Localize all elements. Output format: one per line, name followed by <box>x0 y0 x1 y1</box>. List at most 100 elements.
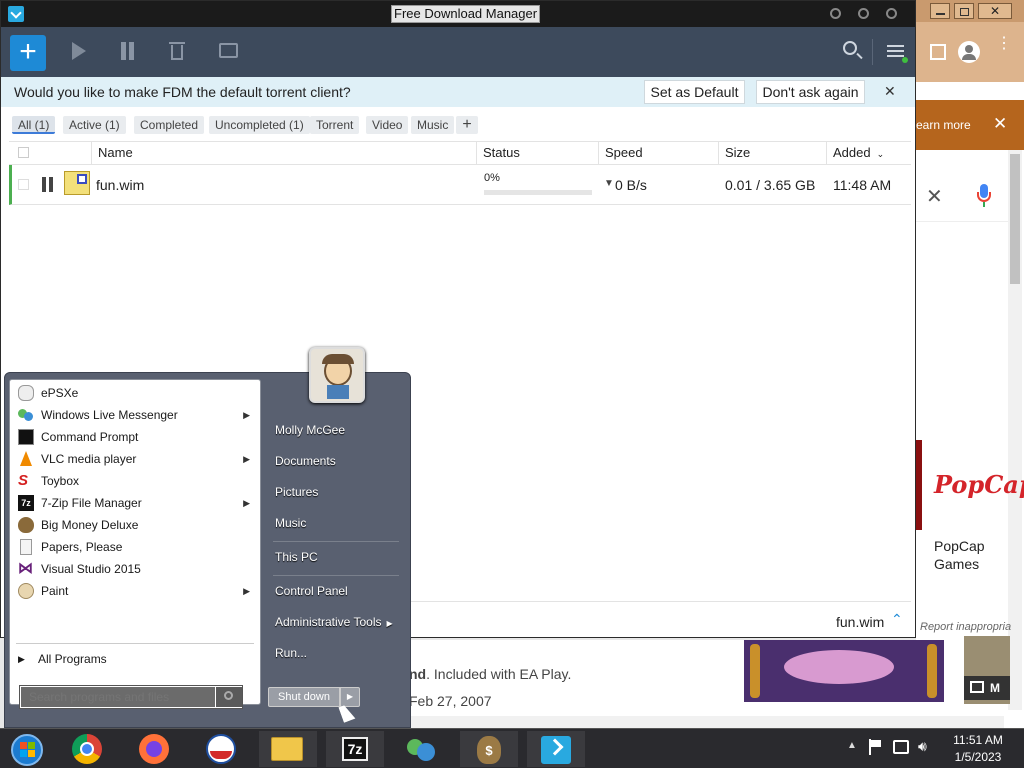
start-search-box[interactable] <box>19 685 243 709</box>
column-added-label: Added <box>833 145 871 160</box>
shutdown-button[interactable]: Shut down <box>268 687 340 707</box>
move-to-folder-icon[interactable] <box>216 39 242 65</box>
program-item-messenger[interactable]: Windows Live Messenger ▶ <box>14 404 256 426</box>
minimize-button[interactable] <box>830 8 841 19</box>
table-row[interactable]: fun.wim 0% ▼ 0 B/s 0.01 / 3.65 GB 11:48 … <box>9 165 911 205</box>
pictures-link[interactable]: Pictures <box>275 485 318 499</box>
column-status[interactable]: Status <box>476 142 598 164</box>
maximize-button[interactable] <box>858 8 869 19</box>
pause-icon[interactable] <box>41 177 55 193</box>
network-icon[interactable] <box>893 740 909 754</box>
messenger-icon <box>18 407 34 423</box>
toolbar-divider <box>872 39 873 65</box>
search-icon[interactable] <box>216 687 242 707</box>
bottom-file-name[interactable]: fun.wim <box>836 614 884 630</box>
tab-uncompleted[interactable]: Uncompleted (1) <box>209 116 310 134</box>
all-programs-button[interactable]: ▶ All Programs <box>14 648 256 670</box>
clock-date[interactable]: 1/5/2023 <box>948 750 1008 764</box>
clear-search-icon[interactable]: ✕ <box>926 184 943 209</box>
tab-all[interactable]: All (1) <box>12 116 56 134</box>
start-orb-icon[interactable] <box>0 731 58 767</box>
promo-banner: earn more ✕ <box>916 100 1024 150</box>
select-all-checkbox[interactable] <box>18 147 29 158</box>
window-title: Free Download Manager <box>391 5 541 23</box>
obama-logo-icon[interactable] <box>192 731 250 767</box>
vlc-icon <box>18 451 34 467</box>
expand-up-icon[interactable]: ⌃ <box>891 611 903 628</box>
chrome-icon[interactable] <box>58 731 116 767</box>
run-link[interactable]: Run... <box>275 646 307 660</box>
program-item-vlc[interactable]: VLC media player ▶ <box>14 448 256 470</box>
restore-icon[interactable] <box>954 3 974 19</box>
thumbnail-tile[interactable]: M <box>964 636 1010 704</box>
messenger-icon[interactable] <box>393 731 451 767</box>
resume-icon[interactable] <box>67 39 93 65</box>
popcap-label[interactable]: PopCap Games <box>934 537 1004 573</box>
admin-tools-link[interactable]: Administrative Tools ▶ <box>275 615 393 629</box>
submenu-arrow-icon: ▶ <box>386 619 393 628</box>
documents-link[interactable]: Documents <box>275 454 336 468</box>
column-speed[interactable]: Speed <box>598 142 718 164</box>
program-item-papers-please[interactable]: Papers, Please <box>14 536 256 558</box>
tab-music[interactable]: Music <box>411 116 455 134</box>
search-bar: ✕ <box>916 170 1016 222</box>
banner-close-icon[interactable]: ✕ <box>993 114 1007 134</box>
add-download-button[interactable]: + <box>10 35 46 71</box>
popcap-logo: PopCap <box>934 470 1024 499</box>
7zip-icon[interactable]: 7z <box>326 731 384 767</box>
sidebar-toggle-icon[interactable] <box>930 44 946 60</box>
delete-icon[interactable] <box>165 39 191 65</box>
notice-close-icon[interactable]: ✕ <box>884 83 896 100</box>
right-divider <box>273 541 399 542</box>
download-name[interactable]: fun.wim <box>96 177 144 193</box>
close-button[interactable] <box>886 8 897 19</box>
file-explorer-icon[interactable] <box>259 731 317 767</box>
this-pc-link[interactable]: This PC <box>275 550 318 564</box>
column-name[interactable]: Name <box>91 142 476 164</box>
set-as-default-button[interactable]: Set as Default <box>644 80 745 104</box>
search-icon[interactable] <box>841 39 867 65</box>
fdm-icon[interactable] <box>527 731 585 767</box>
close-icon[interactable]: ✕ <box>978 3 1012 19</box>
control-panel-link[interactable]: Control Panel <box>275 584 348 598</box>
show-hidden-icons[interactable]: ▲ <box>847 740 857 751</box>
moneybag-icon[interactable]: $ <box>460 731 518 767</box>
column-size[interactable]: Size <box>718 142 826 164</box>
action-center-flag-icon[interactable] <box>868 739 882 755</box>
user-name-link[interactable]: Molly McGee <box>275 423 345 437</box>
peggle-thumbnail[interactable] <box>744 640 944 702</box>
program-item-visual-studio[interactable]: ⋈ Visual Studio 2015 <box>14 558 256 580</box>
firefox-icon[interactable] <box>125 731 183 767</box>
user-avatar[interactable] <box>309 347 365 403</box>
column-added[interactable]: Added ⌄ <box>826 142 911 164</box>
profile-avatar-icon[interactable] <box>958 41 980 63</box>
submenu-arrow-icon: ▶ <box>243 410 250 420</box>
report-inappropriate-link[interactable]: Report inappropria <box>920 621 1011 633</box>
microphone-icon[interactable] <box>976 184 992 208</box>
program-item-big-money[interactable]: Big Money Deluxe <box>14 514 256 536</box>
learn-more-link[interactable]: earn more <box>916 118 971 132</box>
pause-all-icon[interactable] <box>118 39 144 65</box>
program-item-7zip[interactable]: 7z 7-Zip File Manager ▶ <box>14 492 256 514</box>
horizontal-scrollbar[interactable] <box>406 716 1004 728</box>
row-checkbox[interactable] <box>18 179 29 190</box>
volume-icon[interactable]: 🔊︎ <box>918 738 927 755</box>
download-speed: 0 B/s <box>615 177 647 193</box>
program-item-cmd[interactable]: Command Prompt <box>14 426 256 448</box>
tile-letter: M <box>990 681 1000 695</box>
clock-time[interactable]: 11:51 AM <box>948 733 1008 747</box>
tab-torrent[interactable]: Torrent <box>310 116 360 134</box>
program-item-epsxe[interactable]: ePSXe <box>14 382 256 404</box>
start-search-input[interactable] <box>21 687 215 707</box>
music-link[interactable]: Music <box>275 516 306 530</box>
program-item-toybox[interactable]: S Toybox <box>14 470 256 492</box>
tab-completed[interactable]: Completed <box>134 116 205 134</box>
tab-video[interactable]: Video <box>366 116 409 134</box>
kebab-menu-icon[interactable]: ⋮ <box>996 36 1012 64</box>
minimize-icon[interactable] <box>930 3 950 19</box>
add-tab-icon[interactable]: + <box>456 116 478 134</box>
program-item-paint[interactable]: Paint ▶ <box>14 580 256 602</box>
tab-active[interactable]: Active (1) <box>63 116 126 134</box>
dont-ask-again-button[interactable]: Don't ask again <box>756 80 865 104</box>
hamburger-menu-icon[interactable] <box>885 39 911 65</box>
